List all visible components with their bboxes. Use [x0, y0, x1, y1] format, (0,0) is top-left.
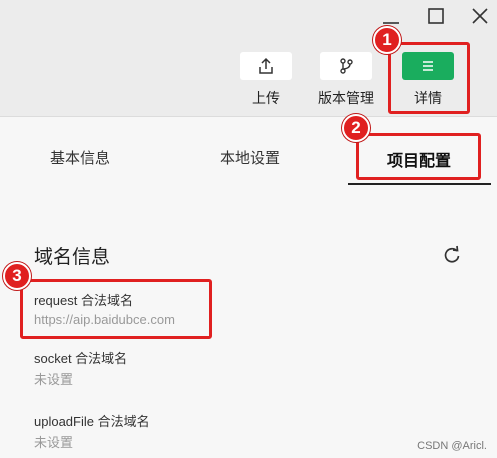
annotation-badge-3: 3	[3, 262, 31, 290]
version-label: 版本管理	[318, 90, 374, 106]
upload-button[interactable]	[240, 52, 292, 80]
refresh-icon[interactable]	[442, 245, 462, 265]
socket-domain-value: 未设置	[34, 372, 74, 387]
upload-label: 上传	[252, 90, 280, 106]
active-tab-indicator	[348, 183, 491, 185]
upload-icon	[259, 57, 273, 74]
upload-domain-value: 未设置	[34, 435, 74, 450]
annotation-box-details	[388, 42, 470, 114]
close-icon[interactable]	[468, 6, 492, 28]
annotation-badge-2: 2	[342, 114, 370, 142]
upload-domain-label: uploadFile 合法域名	[34, 414, 150, 429]
annotation-badge-1: 1	[373, 26, 401, 54]
watermark: CSDN @Aricl.	[417, 440, 487, 452]
branch-icon	[340, 58, 353, 74]
maximize-icon[interactable]	[424, 6, 448, 28]
section-title: 域名信息	[34, 247, 111, 268]
version-button[interactable]	[320, 52, 372, 80]
minimize-icon[interactable]	[379, 6, 403, 28]
annotation-box-request-domain	[20, 279, 212, 339]
annotation-box-project-config	[356, 133, 481, 180]
socket-domain-label: socket 合法域名	[34, 351, 128, 366]
tab-local-settings[interactable]: 本地设置	[220, 147, 280, 168]
tab-basic-info[interactable]: 基本信息	[50, 147, 110, 168]
